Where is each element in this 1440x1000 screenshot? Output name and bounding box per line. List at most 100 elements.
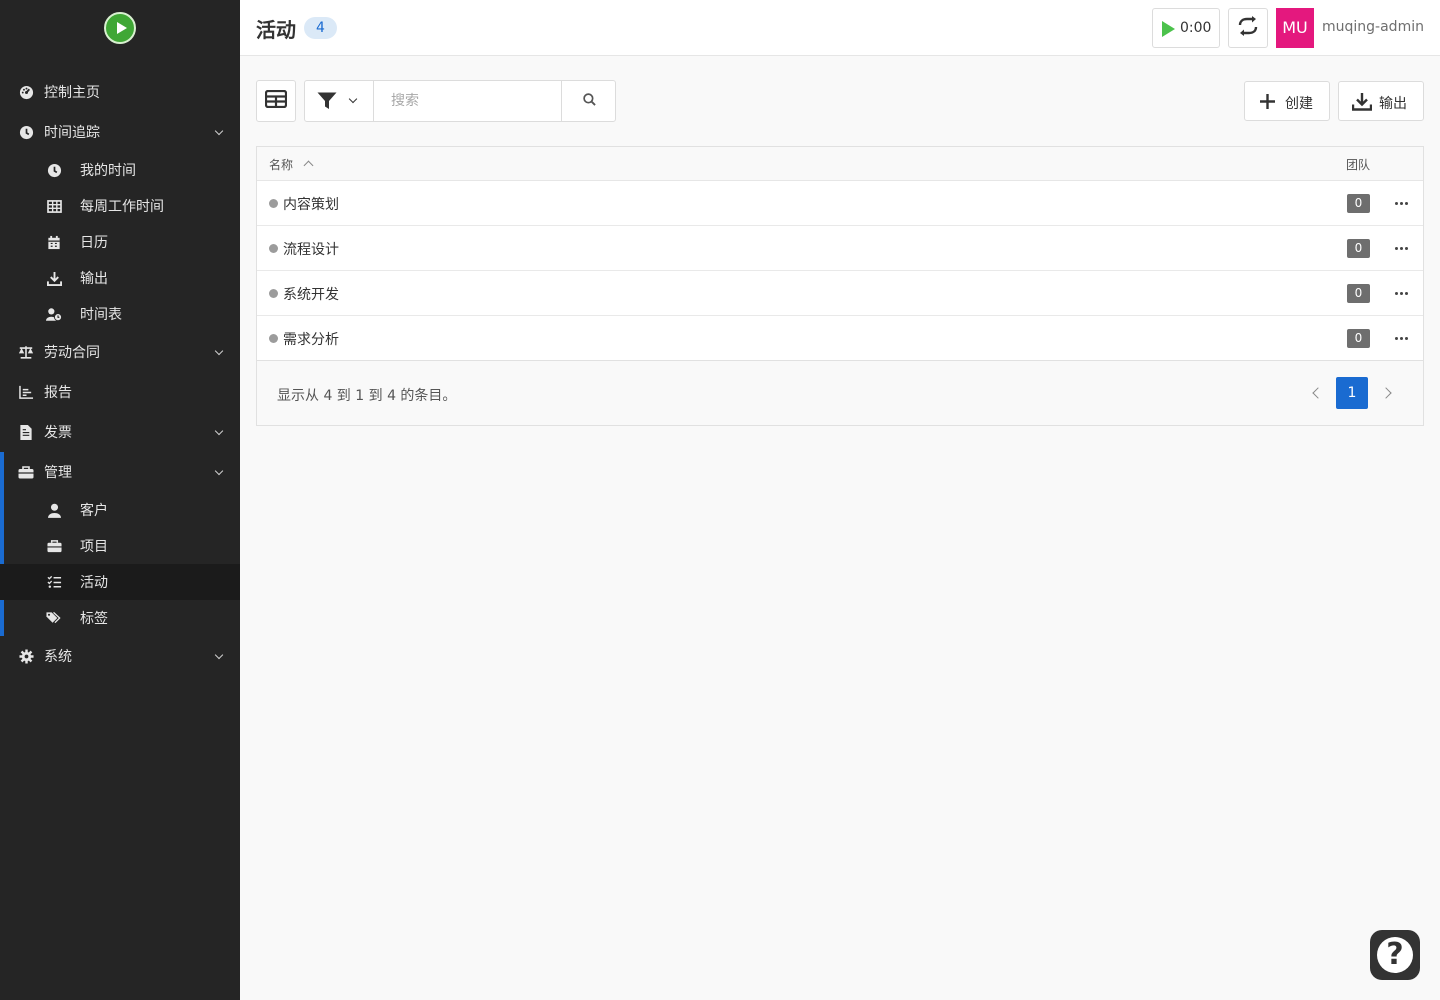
sidebar-item-export[interactable]: 输出 (0, 260, 240, 296)
activity-name[interactable]: 流程设计 (283, 239, 339, 259)
sidebar-item-label: 发票 (44, 425, 72, 441)
chevron-down-icon (214, 466, 224, 475)
help-button[interactable]: ? (1370, 930, 1420, 980)
sidebar-item-invoice[interactable]: 发票 (0, 414, 240, 450)
toolbox-icon (18, 464, 34, 480)
sidebar-item-label: 时间追踪 (44, 125, 100, 141)
chart-icon (18, 384, 34, 400)
avatar[interactable]: MU (1276, 8, 1314, 48)
sidebar-item-label: 输出 (80, 271, 108, 287)
clock-icon (18, 124, 34, 140)
sidebar-item-timesheet[interactable]: 时间表 (0, 296, 240, 332)
download-icon (1351, 92, 1373, 115)
chevron-down-icon (348, 94, 358, 104)
sidebar-item-projects[interactable]: 项目 (0, 528, 240, 564)
table-row[interactable]: 需求分析 0 (257, 316, 1423, 361)
sidebar-item-reporting[interactable]: 报告 (0, 374, 240, 410)
chevron-down-icon (214, 426, 224, 435)
refresh-icon (1237, 16, 1259, 40)
grid-icon (46, 198, 62, 214)
sidebar-item-label: 我的时间 (80, 163, 136, 179)
color-dot (269, 244, 278, 253)
page-button-current[interactable]: 1 (1336, 377, 1368, 409)
export-button-label: 输出 (1379, 96, 1407, 112)
activities-table: 名称 团队 内容策划 0 流程设计 0 系统开发 0 需求分析 0 显示从 4 … (256, 146, 1424, 426)
sidebar-item-label: 劳动合同 (44, 345, 100, 361)
team-count-badge: 0 (1347, 284, 1370, 303)
sidebar-item-label: 系统 (44, 649, 72, 665)
search-button[interactable] (561, 81, 616, 121)
column-header-team: 团队 (1346, 158, 1371, 172)
top-bar: 活动 4 0:00 MU muqing-admin (240, 0, 1440, 56)
column-visibility-button[interactable] (256, 80, 296, 122)
sidebar-item-admin[interactable]: 管理 (0, 454, 240, 490)
sidebar-item-activities[interactable]: 活动 (0, 564, 240, 600)
column-header-name[interactable]: 名称 (269, 156, 293, 173)
sidebar-item-weekly-hours[interactable]: 每周工作时间 (0, 188, 240, 224)
chevron-down-icon (214, 650, 224, 659)
team-count-badge: 0 (1347, 194, 1370, 213)
sidebar-item-label: 项目 (80, 539, 108, 555)
file-icon (18, 424, 34, 440)
dashboard-icon (18, 84, 34, 100)
sidebar-item-label: 报告 (44, 385, 72, 401)
sidebar-item-label: 客户 (80, 503, 108, 519)
search-icon (582, 92, 596, 110)
user-icon (46, 502, 62, 518)
activity-name[interactable]: 系统开发 (283, 284, 339, 304)
table-header: 名称 团队 (257, 147, 1423, 181)
sidebar-item-dashboard[interactable]: 控制主页 (0, 74, 240, 110)
table-row[interactable]: 内容策划 0 (257, 181, 1423, 226)
pagination-summary: 显示从 4 到 1 到 4 的条目。 (277, 388, 457, 404)
tasks-icon (46, 574, 62, 590)
previous-page-icon[interactable] (1312, 387, 1324, 399)
more-actions-icon[interactable] (1393, 329, 1409, 347)
sidebar-item-calendar[interactable]: 日历 (0, 224, 240, 260)
color-dot (269, 289, 278, 298)
timer-duration: 0:00 (1180, 20, 1212, 36)
chevron-down-icon (214, 126, 224, 135)
filter-icon (317, 92, 337, 114)
count-badge: 4 (304, 17, 337, 39)
create-button[interactable]: 创建 (1244, 81, 1330, 121)
filter-dropdown-button[interactable] (305, 81, 374, 121)
activity-name[interactable]: 需求分析 (283, 329, 339, 349)
sidebar: 控制主页 时间追踪 我的时间 每周工作时间 日历 输出 时间表 劳动合同 报告 … (0, 0, 240, 1000)
team-count-badge: 0 (1347, 329, 1370, 348)
calendar-icon (46, 234, 62, 250)
download-icon (46, 270, 62, 286)
logo-icon[interactable] (104, 12, 136, 44)
more-actions-icon[interactable] (1393, 239, 1409, 257)
activity-name[interactable]: 内容策划 (283, 194, 339, 214)
sidebar-item-system[interactable]: 系统 (0, 638, 240, 674)
play-icon (1162, 21, 1175, 37)
table-row[interactable]: 流程设计 0 (257, 226, 1423, 271)
sidebar-item-time-tracking[interactable]: 时间追踪 (0, 114, 240, 150)
sort-ascending-icon[interactable] (303, 160, 314, 171)
start-timer-button[interactable]: 0:00 (1152, 8, 1220, 48)
team-count-badge: 0 (1347, 239, 1370, 258)
sidebar-item-customers[interactable]: 客户 (0, 492, 240, 528)
sidebar-item-my-times[interactable]: 我的时间 (0, 152, 240, 188)
briefcase-icon (46, 538, 62, 554)
export-button[interactable]: 输出 (1338, 81, 1424, 121)
restart-activity-button[interactable] (1228, 8, 1268, 48)
more-actions-icon[interactable] (1393, 194, 1409, 212)
sidebar-item-tags[interactable]: 标签 (0, 600, 240, 636)
table-icon (264, 89, 288, 112)
color-dot (269, 199, 278, 208)
table-row[interactable]: 系统开发 0 (257, 271, 1423, 316)
create-button-label: 创建 (1285, 96, 1313, 112)
clock-icon (46, 162, 62, 178)
sidebar-item-label: 管理 (44, 465, 72, 481)
more-actions-icon[interactable] (1393, 284, 1409, 302)
page-title: 活动 (256, 18, 296, 42)
plus-icon (1259, 93, 1276, 114)
username[interactable]: muqing-admin (1322, 19, 1424, 35)
next-page-icon[interactable] (1380, 387, 1392, 399)
search-input[interactable] (375, 81, 562, 121)
question-icon: ? (1386, 937, 1404, 972)
sidebar-item-label: 控制主页 (44, 85, 100, 101)
sidebar-item-contract[interactable]: 劳动合同 (0, 334, 240, 370)
sidebar-item-label: 每周工作时间 (80, 199, 164, 215)
